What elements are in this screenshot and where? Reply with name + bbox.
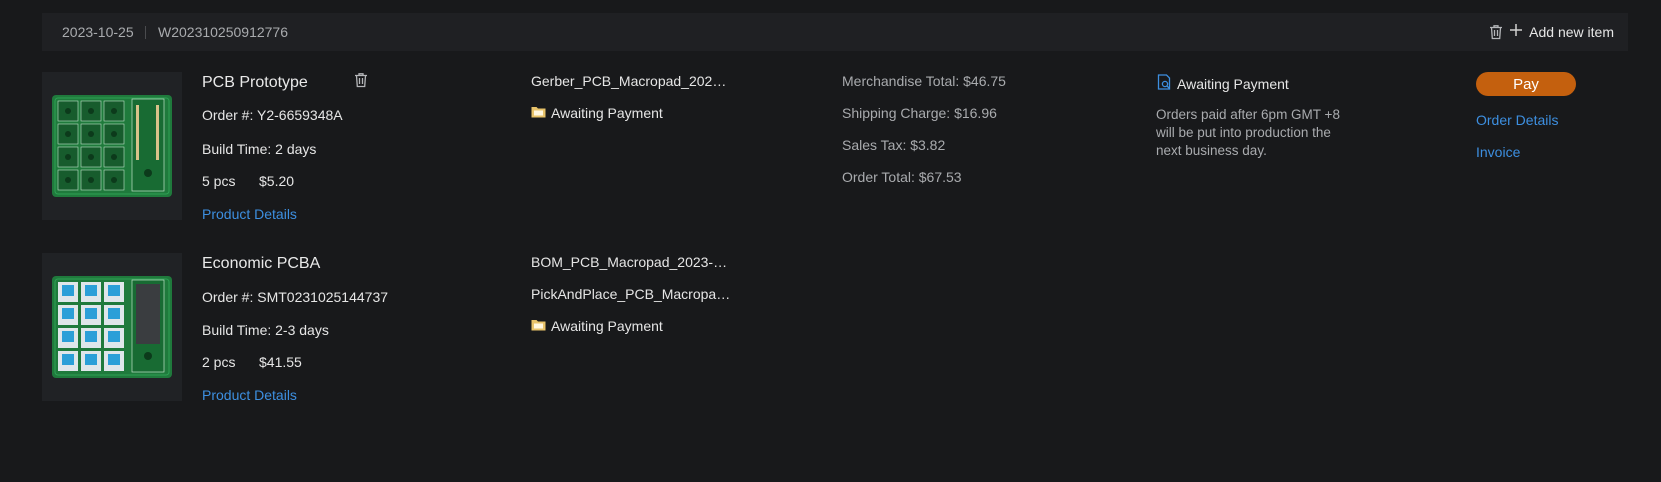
header-actions: Add new item — [1489, 23, 1614, 42]
pick-and-place-file-link[interactable]: PickAndPlace_PCB_Macropad_2023-10-25.xls… — [531, 286, 731, 302]
product-details-link[interactable]: Product Details — [202, 206, 297, 222]
build-time: Build Time: 2-3 days — [202, 322, 329, 338]
plus-icon — [1509, 23, 1523, 42]
file-status-label: Awaiting Payment — [551, 105, 663, 121]
add-new-item-label: Add new item — [1529, 24, 1614, 40]
gerber-file-link[interactable]: Gerber_PCB_Macropad_2023-10-25.zip — [531, 73, 731, 89]
quantity: 5 pcs — [202, 173, 236, 189]
quantity: 2 pcs — [202, 354, 236, 370]
file-status: Awaiting Payment — [531, 105, 663, 121]
payment-status-label: Awaiting Payment — [1177, 75, 1289, 92]
sales-tax: Sales Tax: $3.82 — [842, 137, 946, 153]
production-note: Orders paid after 6pm GMT +8 will be put… — [1156, 107, 1340, 158]
pay-button[interactable]: Pay — [1476, 72, 1576, 96]
search-document-icon — [1157, 74, 1172, 93]
merchandise-total: Merchandise Total: $46.75 — [842, 73, 1006, 89]
shipping-charge: Shipping Charge: $16.96 — [842, 105, 997, 121]
order-number-line: Order #: SMT0231025144737 — [202, 289, 395, 305]
order-number-label: Order #: — [202, 107, 254, 123]
delete-item-trash-icon[interactable] — [354, 72, 368, 88]
delete-order-trash-icon[interactable] — [1489, 24, 1503, 40]
item-order-number: SMT0231025144737 — [257, 289, 389, 305]
pcb-prototype-thumbnail — [42, 72, 182, 220]
unit-price: $5.20 — [259, 173, 295, 189]
build-time: Build Time: 2 days — [202, 141, 317, 157]
file-status-label: Awaiting Payment — [551, 318, 663, 334]
folder-icon — [531, 318, 546, 334]
header-divider — [145, 26, 146, 39]
order-details-link[interactable]: Order Details — [1476, 112, 1558, 128]
folder-icon — [531, 105, 546, 121]
invoice-link[interactable]: Invoice — [1476, 144, 1520, 160]
economic-pcba-thumbnail — [42, 253, 182, 401]
order-number-line: Order #: Y2-6659348A — [202, 107, 343, 123]
payment-status: Awaiting Payment — [1157, 74, 1289, 93]
item-order-number: Y2-6659348A — [257, 107, 343, 123]
product-details-link[interactable]: Product Details — [202, 387, 297, 403]
order-number-label: Order #: — [202, 289, 254, 305]
order-date: 2023-10-25 — [62, 24, 134, 40]
order-number: W202310250912776 — [158, 24, 289, 40]
add-new-item-button[interactable]: Add new item — [1509, 23, 1614, 42]
product-name: PCB Prototype — [202, 74, 308, 91]
order-header: 2023-10-25 W202310250912776 Add new item — [42, 13, 1628, 51]
order-total: Order Total: $67.53 — [842, 169, 962, 185]
product-name: Economic PCBA — [202, 255, 321, 272]
bom-file-link[interactable]: BOM_PCB_Macropad_2023-10-25.xlsx — [531, 254, 731, 270]
unit-price: $41.55 — [259, 354, 302, 370]
file-status: Awaiting Payment — [531, 318, 663, 334]
